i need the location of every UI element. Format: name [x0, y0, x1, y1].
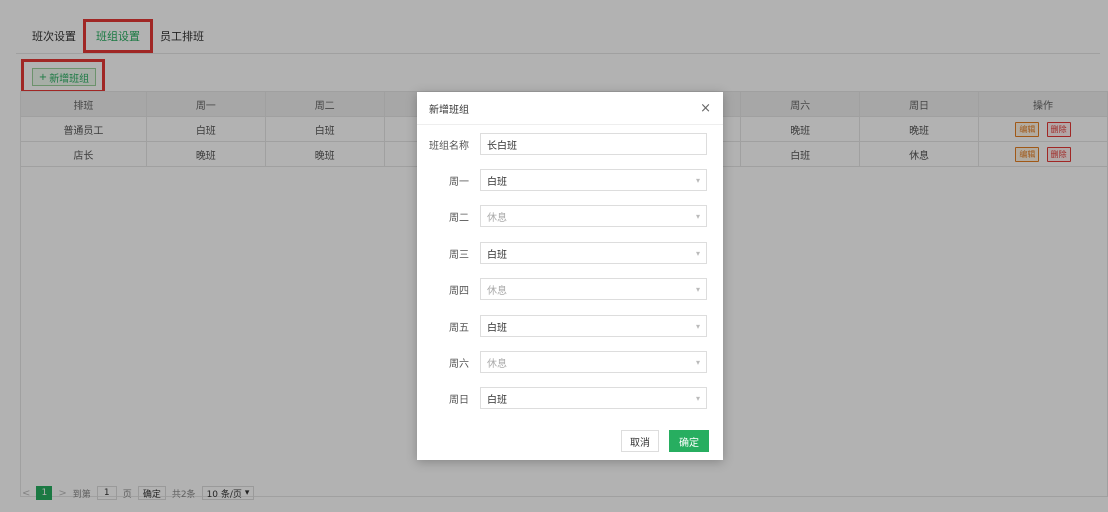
tue-shift-value: 休息 [487, 212, 507, 224]
mon-shift-select[interactable]: 白班 ▾ [480, 169, 707, 191]
cancel-button[interactable]: 取消 [621, 430, 659, 452]
group-name-row: 班组名称 长白班 [417, 133, 723, 155]
sun-shift-value: 白班 [487, 394, 507, 406]
thu-label: 周四 [449, 285, 469, 297]
mon-shift-row: 周一 白班 ▾ [417, 169, 723, 191]
group-name-label: 班组名称 [429, 140, 469, 152]
sun-shift-row: 周日 白班 ▾ [417, 387, 723, 409]
chevron-down-icon: ▾ [695, 321, 700, 331]
wed-shift-select[interactable]: 白班 ▾ [480, 242, 707, 264]
add-group-dialog: 新增班组 × 班组名称 长白班 周一 白班 ▾ 周二 休息 ▾ 周三 白班 ▾ … [417, 92, 723, 460]
dialog-header: 新增班组 × [417, 92, 723, 125]
tue-label: 周二 [449, 212, 469, 224]
chevron-down-icon: ▾ [695, 211, 700, 221]
dialog-title: 新增班组 [429, 104, 469, 116]
tue-shift-select[interactable]: 休息 ▾ [480, 205, 707, 227]
wed-shift-row: 周三 白班 ▾ [417, 242, 723, 264]
chevron-down-icon: ▾ [695, 175, 700, 185]
sat-shift-value: 休息 [487, 358, 507, 370]
sat-label: 周六 [449, 358, 469, 370]
fri-shift-row: 周五 白班 ▾ [417, 315, 723, 337]
close-icon[interactable]: × [700, 101, 711, 116]
mon-label: 周一 [449, 176, 469, 188]
confirm-button[interactable]: 确定 [669, 430, 709, 452]
sun-shift-select[interactable]: 白班 ▾ [480, 387, 707, 409]
thu-shift-value: 休息 [487, 285, 507, 297]
wed-shift-value: 白班 [487, 249, 507, 261]
dialog-footer: 取消 确定 [621, 430, 709, 452]
chevron-down-icon: ▾ [695, 393, 700, 403]
chevron-down-icon: ▾ [695, 248, 700, 258]
tue-shift-row: 周二 休息 ▾ [417, 205, 723, 227]
sat-shift-row: 周六 休息 ▾ [417, 351, 723, 373]
sat-shift-select[interactable]: 休息 ▾ [480, 351, 707, 373]
chevron-down-icon: ▾ [695, 357, 700, 367]
wed-label: 周三 [449, 249, 469, 261]
thu-shift-select[interactable]: 休息 ▾ [480, 278, 707, 300]
thu-shift-row: 周四 休息 ▾ [417, 278, 723, 300]
sun-label: 周日 [449, 394, 469, 406]
fri-shift-select[interactable]: 白班 ▾ [480, 315, 707, 337]
fri-shift-value: 白班 [487, 322, 507, 334]
group-name-input[interactable]: 长白班 [480, 133, 707, 155]
group-name-value: 长白班 [487, 140, 517, 152]
mon-shift-value: 白班 [487, 176, 507, 188]
chevron-down-icon: ▾ [695, 284, 700, 294]
fri-label: 周五 [449, 322, 469, 334]
